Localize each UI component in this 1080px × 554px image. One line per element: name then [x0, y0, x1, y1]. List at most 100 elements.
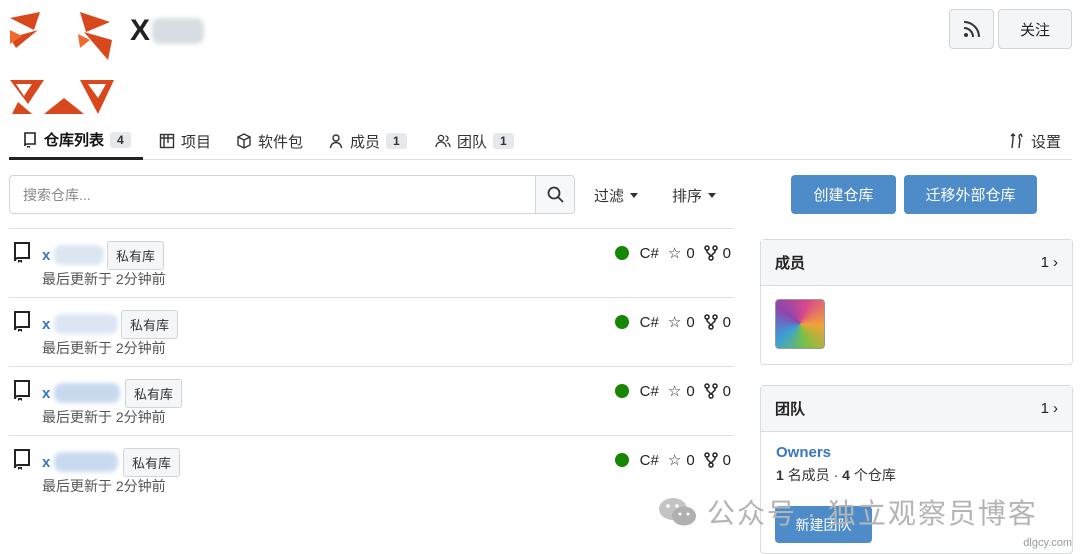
repo-search — [9, 175, 575, 214]
tab-packages[interactable]: 软件包 — [236, 122, 303, 160]
repo-icon — [24, 131, 36, 148]
create-repo-button[interactable]: 创建仓库 — [791, 175, 896, 214]
repo-icon — [14, 380, 30, 401]
tab-settings[interactable]: 设置 — [1009, 122, 1061, 160]
project-icon — [159, 133, 175, 149]
caret-down-icon — [630, 193, 639, 198]
members-panel-title: 成员 — [775, 255, 806, 272]
rss-icon — [963, 21, 980, 38]
tab-projects[interactable]: 项目 — [159, 122, 211, 160]
redacted-mask — [152, 18, 205, 44]
search-button[interactable] — [535, 176, 574, 213]
fork-icon — [703, 452, 718, 468]
team-owners-link[interactable]: Owners — [776, 444, 1072, 461]
repo-list: x 私有库 最后更新于 2分钟前 C# ☆ 0 0 x 私有库 最后更新于 2分… — [9, 228, 734, 504]
repo-name-link[interactable]: x — [42, 383, 121, 403]
team-repo-suffix: 个仓库 — [853, 467, 896, 483]
repo-forks: 0 — [722, 382, 731, 400]
tab-label: 仓库列表 — [44, 132, 105, 149]
star-icon: ☆ — [667, 383, 682, 400]
tab-label: 成员 — [350, 133, 381, 151]
follow-button[interactable]: 关注 — [998, 9, 1072, 49]
filter-dropdown[interactable]: 过滤 — [594, 185, 639, 206]
redacted-mask — [54, 452, 119, 472]
repo-forks: 0 — [722, 313, 731, 331]
search-icon — [547, 186, 564, 203]
repo-stars: 0 — [686, 451, 695, 469]
tools-icon — [1010, 133, 1023, 149]
team-member-suffix: 名成员 · — [787, 467, 839, 483]
wechat-icon — [659, 498, 696, 526]
tab-count: 1 — [386, 133, 407, 149]
language-color-dot — [614, 315, 629, 329]
repo-forks: 0 — [722, 244, 731, 262]
chevron-right-icon: › — [1053, 254, 1058, 271]
repo-name: x — [42, 453, 51, 471]
repo-updated: 最后更新于 2分钟前 — [42, 409, 166, 425]
repo-name: x — [42, 384, 51, 402]
org-name-text: X — [130, 14, 151, 47]
migrate-repo-button[interactable]: 迁移外部仓库 — [904, 175, 1037, 214]
teams-more-link[interactable]: 1 › — [1041, 400, 1058, 417]
tab-label: 团队 — [457, 133, 488, 151]
repo-icon — [14, 449, 30, 470]
repo-name: x — [42, 315, 51, 333]
tab-label: 软件包 — [258, 133, 304, 151]
repo-language: C# — [639, 382, 659, 400]
repo-name: x — [42, 246, 51, 264]
private-badge: 私有库 — [123, 448, 181, 477]
fork-icon — [703, 245, 718, 261]
repo-icon — [14, 242, 30, 263]
language-color-dot — [614, 453, 629, 467]
members-panel: 成员 1 › — [760, 239, 1073, 365]
tab-teams[interactable]: 团队 1 — [435, 122, 514, 160]
repo-item: x 私有库 最后更新于 2分钟前 C# ☆ 0 0 — [9, 228, 734, 297]
tab-label: 设置 — [1031, 133, 1062, 151]
sort-dropdown[interactable]: 排序 — [672, 185, 717, 206]
team-member-count: 1 — [776, 467, 784, 483]
people-icon — [435, 134, 451, 148]
star-icon: ☆ — [667, 245, 682, 262]
repo-name-link[interactable]: x — [42, 314, 119, 334]
members-count: 1 — [1040, 254, 1049, 271]
repo-updated: 最后更新于 2分钟前 — [42, 271, 166, 287]
org-name: X — [130, 14, 205, 48]
member-avatar[interactable] — [775, 299, 825, 349]
tab-count: 1 — [493, 133, 514, 149]
repo-item: x 私有库 最后更新于 2分钟前 C# ☆ 0 0 — [9, 366, 734, 435]
repo-meta: C# ☆ 0 0 — [614, 382, 731, 400]
language-color-dot — [614, 246, 629, 260]
redacted-mask — [54, 383, 121, 403]
repo-stars: 0 — [686, 313, 695, 331]
filter-label: 过滤 — [594, 188, 625, 205]
private-badge: 私有库 — [107, 241, 165, 270]
watermark-text: 公众号 · 独立观察员博客 — [707, 498, 1038, 529]
repo-name-link[interactable]: x — [42, 245, 105, 265]
tab-label: 项目 — [181, 133, 212, 151]
repo-language: C# — [639, 313, 659, 331]
members-more-link[interactable]: 1 › — [1041, 254, 1058, 271]
repo-meta: C# ☆ 0 0 — [614, 244, 731, 262]
tab-members[interactable]: 成员 1 — [328, 122, 407, 160]
site-watermark: dlgcy.com — [1023, 537, 1072, 549]
team-repo-count: 4 — [842, 467, 850, 483]
chevron-right-icon: › — [1053, 400, 1058, 417]
repo-stars: 0 — [686, 382, 695, 400]
person-icon — [329, 134, 343, 149]
repo-name-link[interactable]: x — [42, 452, 119, 472]
star-icon: ☆ — [667, 314, 682, 331]
repo-item: x 私有库 最后更新于 2分钟前 C# ☆ 0 0 — [9, 297, 734, 366]
teams-count: 1 — [1040, 400, 1049, 417]
repo-updated: 最后更新于 2分钟前 — [42, 340, 166, 356]
fork-icon — [703, 314, 718, 330]
repo-forks: 0 — [722, 451, 731, 469]
language-color-dot — [614, 384, 629, 398]
sort-label: 排序 — [672, 188, 703, 205]
rss-button[interactable] — [949, 9, 994, 49]
repo-language: C# — [639, 451, 659, 469]
search-input[interactable] — [10, 176, 535, 213]
tab-count: 4 — [110, 131, 131, 148]
repo-stars: 0 — [686, 244, 695, 262]
repo-updated: 最后更新于 2分钟前 — [42, 478, 166, 494]
tab-repositories[interactable]: 仓库列表 4 — [9, 122, 143, 160]
